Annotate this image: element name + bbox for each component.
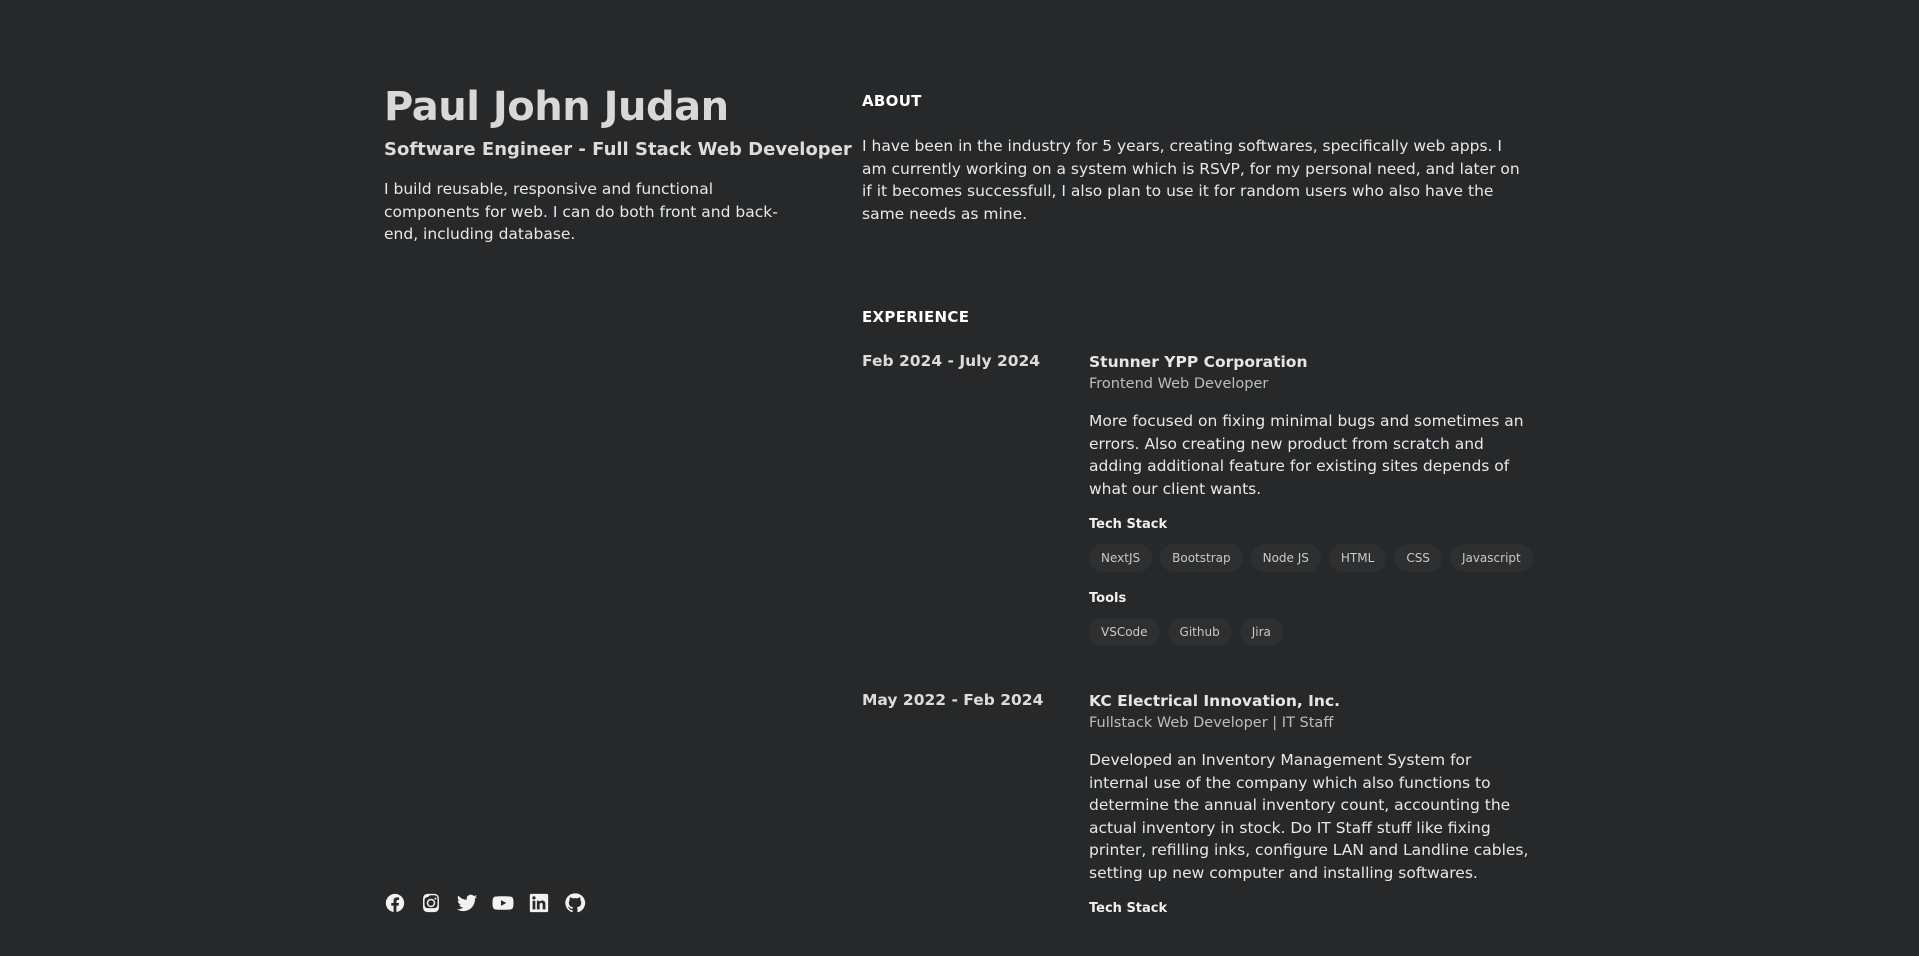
- social-links: [384, 892, 586, 914]
- profile-intro: I build reusable, responsive and functio…: [384, 180, 778, 243]
- tool-tag: Github: [1167, 618, 1232, 646]
- tool-tag: Jira: [1239, 618, 1283, 646]
- tech-tag: Javascript: [1449, 544, 1533, 572]
- linkedin-icon: [529, 893, 549, 913]
- profile-role: Software Engineer - Full Stack Web Devel…: [384, 139, 852, 160]
- tech-stack-label: Tech Stack: [1089, 517, 1168, 532]
- tech-tag: CSS: [1394, 544, 1442, 572]
- content-column: ABOUT I have been in the industry for 5 …: [862, 0, 1533, 956]
- youtube-icon: [492, 896, 514, 910]
- job-details: Stunner YPP Corporation Frontend Web Dev…: [1089, 352, 1533, 646]
- job-description: More focused on fixing minimal bugs and …: [1089, 412, 1524, 498]
- tech-tag: Bootstrap: [1160, 544, 1243, 572]
- twitter-icon: [456, 894, 478, 912]
- job-position: Frontend Web Developer: [1089, 376, 1269, 392]
- job-dates: May 2022 - Feb 2024: [862, 691, 1044, 709]
- instagram-icon: [423, 893, 439, 913]
- experience-heading: EXPERIENCE: [862, 308, 970, 326]
- github-link[interactable]: [564, 892, 586, 914]
- twitter-link[interactable]: [456, 892, 478, 914]
- profile-column: Paul John Judan Software Engineer - Full…: [384, 0, 852, 956]
- about-heading: ABOUT: [862, 92, 922, 110]
- tool-tag: VSCode: [1089, 618, 1160, 646]
- instagram-link[interactable]: [420, 892, 442, 914]
- github-icon: [565, 893, 586, 913]
- tech-stack-label: Tech Stack: [1089, 901, 1168, 916]
- facebook-link[interactable]: [384, 892, 406, 914]
- about-text: I have been in the industry for 5 years,…: [862, 137, 1520, 223]
- job-position: Fullstack Web Developer | IT Staff: [1089, 715, 1334, 731]
- job-company: Stunner YPP Corporation: [1089, 353, 1308, 371]
- job-company: KC Electrical Innovation, Inc.: [1089, 692, 1341, 710]
- tools-tags: VSCode Github Jira: [1089, 618, 1532, 646]
- profile-name: Paul John Judan: [384, 84, 729, 130]
- job-details: KC Electrical Innovation, Inc. Fullstack…: [1089, 691, 1532, 918]
- linkedin-link[interactable]: [528, 892, 550, 914]
- tech-tag: HTML: [1328, 544, 1387, 572]
- tech-stack-tags: NextJS Bootstrap Node JS HTML CSS Javasc…: [1089, 544, 1533, 572]
- portfolio-page: Paul John Judan Software Engineer - Full…: [0, 0, 1919, 956]
- tools-label: Tools: [1089, 591, 1127, 606]
- facebook-icon: [385, 893, 405, 913]
- job-dates: Feb 2024 - July 2024: [862, 352, 1041, 370]
- youtube-link[interactable]: [492, 892, 514, 914]
- tech-tag: NextJS: [1089, 544, 1153, 572]
- job-description: Developed an Inventory Management System…: [1089, 751, 1529, 882]
- tech-tag: Node JS: [1250, 544, 1321, 572]
